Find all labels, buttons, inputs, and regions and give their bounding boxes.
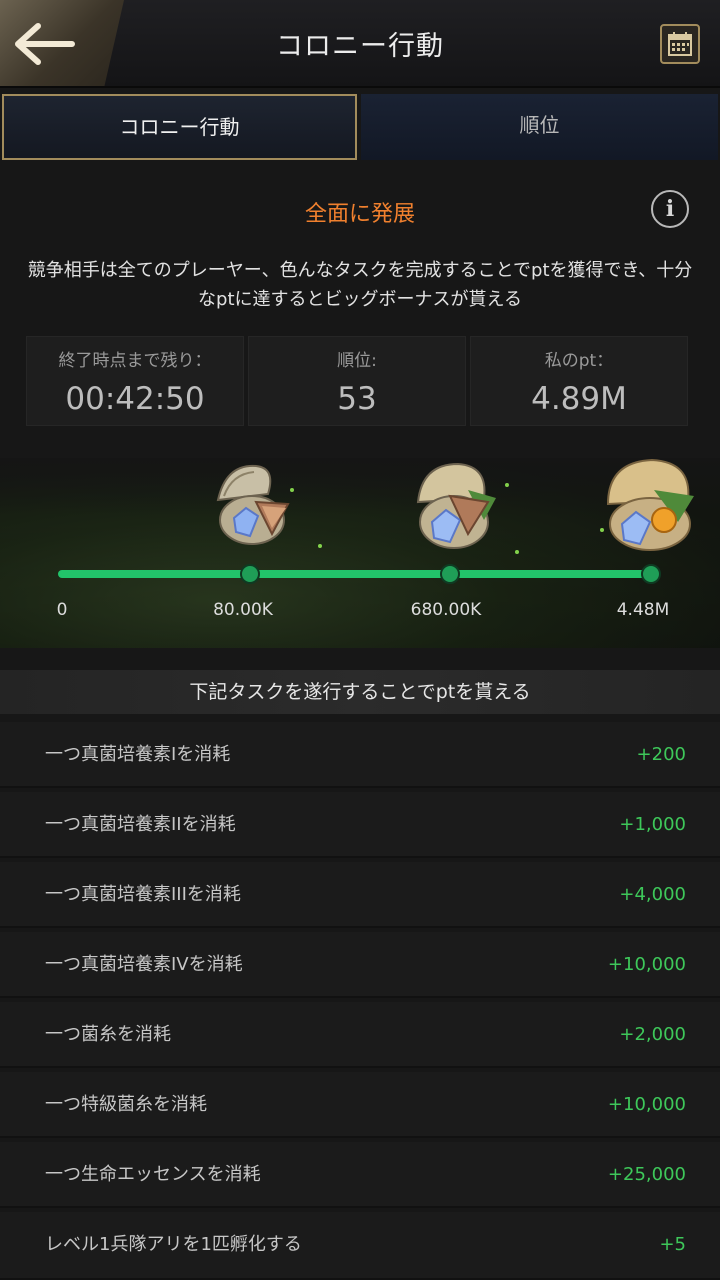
task-name: 一つ真菌培養素IIを消耗 bbox=[45, 814, 236, 835]
stat-time-remaining: 終了時点まで残り： 00:42:50 bbox=[26, 336, 244, 426]
task-name: 一つ真菌培養素IIIを消耗 bbox=[45, 884, 241, 905]
task-points: +5 bbox=[659, 1234, 686, 1255]
shell-chest-large-icon[interactable] bbox=[606, 458, 694, 551]
task-row: 一つ真菌培養素IIを消耗 +1,000 bbox=[0, 792, 720, 858]
tasks-header: 下記タスクを遂行することでptを貰える bbox=[0, 670, 720, 714]
task-row: 一つ真菌培養素IVを消耗 +10,000 bbox=[0, 932, 720, 998]
task-points: +10,000 bbox=[607, 954, 686, 975]
milestone-node bbox=[240, 564, 260, 584]
sparkle-decoration bbox=[318, 544, 322, 548]
stat-my-points: 私のpt： 4.89M bbox=[470, 336, 688, 426]
task-row: レベル1兵隊アリを1匹孵化する +5 bbox=[0, 1212, 720, 1280]
progress-bar-fill bbox=[58, 570, 651, 578]
task-name: 一つ真菌培養素Iを消耗 bbox=[45, 744, 231, 765]
stat-label: 終了時点まで残り： bbox=[58, 351, 212, 371]
task-points: +2,000 bbox=[619, 1024, 686, 1045]
reward-progress-panel: 0 80.00K 680.00K 4.48M bbox=[0, 458, 720, 648]
task-points: +25,000 bbox=[607, 1164, 686, 1185]
milestone-node bbox=[440, 564, 460, 584]
stat-label: 私のpt： bbox=[544, 351, 614, 371]
task-points: +1,000 bbox=[619, 814, 686, 835]
task-row: 一つ特級菌糸を消耗 +10,000 bbox=[0, 1072, 720, 1138]
task-row: 一つ生命エッセンスを消耗 +25,000 bbox=[0, 1142, 720, 1208]
tab-ranking[interactable]: 順位 bbox=[361, 94, 718, 160]
stat-label: 順位: bbox=[337, 351, 377, 371]
task-points: +10,000 bbox=[607, 1094, 686, 1115]
calendar-icon bbox=[668, 32, 692, 56]
sparkle-decoration bbox=[505, 483, 509, 487]
milestone-label: 80.00K bbox=[213, 600, 273, 620]
sparkle-decoration bbox=[515, 550, 519, 554]
calendar-button[interactable] bbox=[660, 24, 700, 64]
task-name: 一つ生命エッセンスを消耗 bbox=[45, 1164, 261, 1185]
shell-chest-medium-icon[interactable] bbox=[416, 462, 496, 549]
task-name: 一つ菌糸を消耗 bbox=[45, 1024, 171, 1045]
header-bar: コロニー行動 bbox=[0, 0, 720, 88]
task-name: レベル1兵隊アリを1匹孵化する bbox=[45, 1234, 302, 1255]
task-points: +4,000 bbox=[619, 884, 686, 905]
shell-chest-small-icon[interactable] bbox=[206, 460, 298, 552]
tab-colony-action[interactable]: コロニー行動 bbox=[2, 94, 357, 160]
task-points: +200 bbox=[636, 744, 686, 765]
event-description: 競争相手は全てのプレーヤー、色んなタスクを完成することでptを獲得でき、十分なp… bbox=[27, 260, 693, 310]
milestone-node bbox=[641, 564, 661, 584]
task-name: 一つ真菌培養素IVを消耗 bbox=[45, 954, 243, 975]
task-row: 一つ真菌培養素Iを消耗 +200 bbox=[0, 722, 720, 788]
event-title: 全面に発展 bbox=[304, 202, 415, 227]
tab-bar: コロニー行動 順位 bbox=[0, 94, 720, 162]
task-row: 一つ真菌培養素IIIを消耗 +4,000 bbox=[0, 862, 720, 928]
task-name: 一つ特級菌糸を消耗 bbox=[45, 1094, 207, 1115]
task-row: 一つ菌糸を消耗 +2,000 bbox=[0, 1002, 720, 1068]
milestone-label: 4.48M bbox=[616, 600, 670, 620]
stat-value: 00:42:50 bbox=[65, 381, 205, 417]
progress-bar bbox=[58, 570, 651, 578]
milestone-label: 680.00K bbox=[410, 600, 482, 620]
page-title: コロニー行動 bbox=[276, 31, 444, 62]
stat-value: 53 bbox=[337, 381, 377, 417]
stat-value: 4.89M bbox=[531, 381, 627, 417]
info-icon[interactable]: i bbox=[651, 190, 689, 228]
milestone-label: 0 bbox=[56, 600, 68, 620]
stat-rank: 順位: 53 bbox=[248, 336, 466, 426]
